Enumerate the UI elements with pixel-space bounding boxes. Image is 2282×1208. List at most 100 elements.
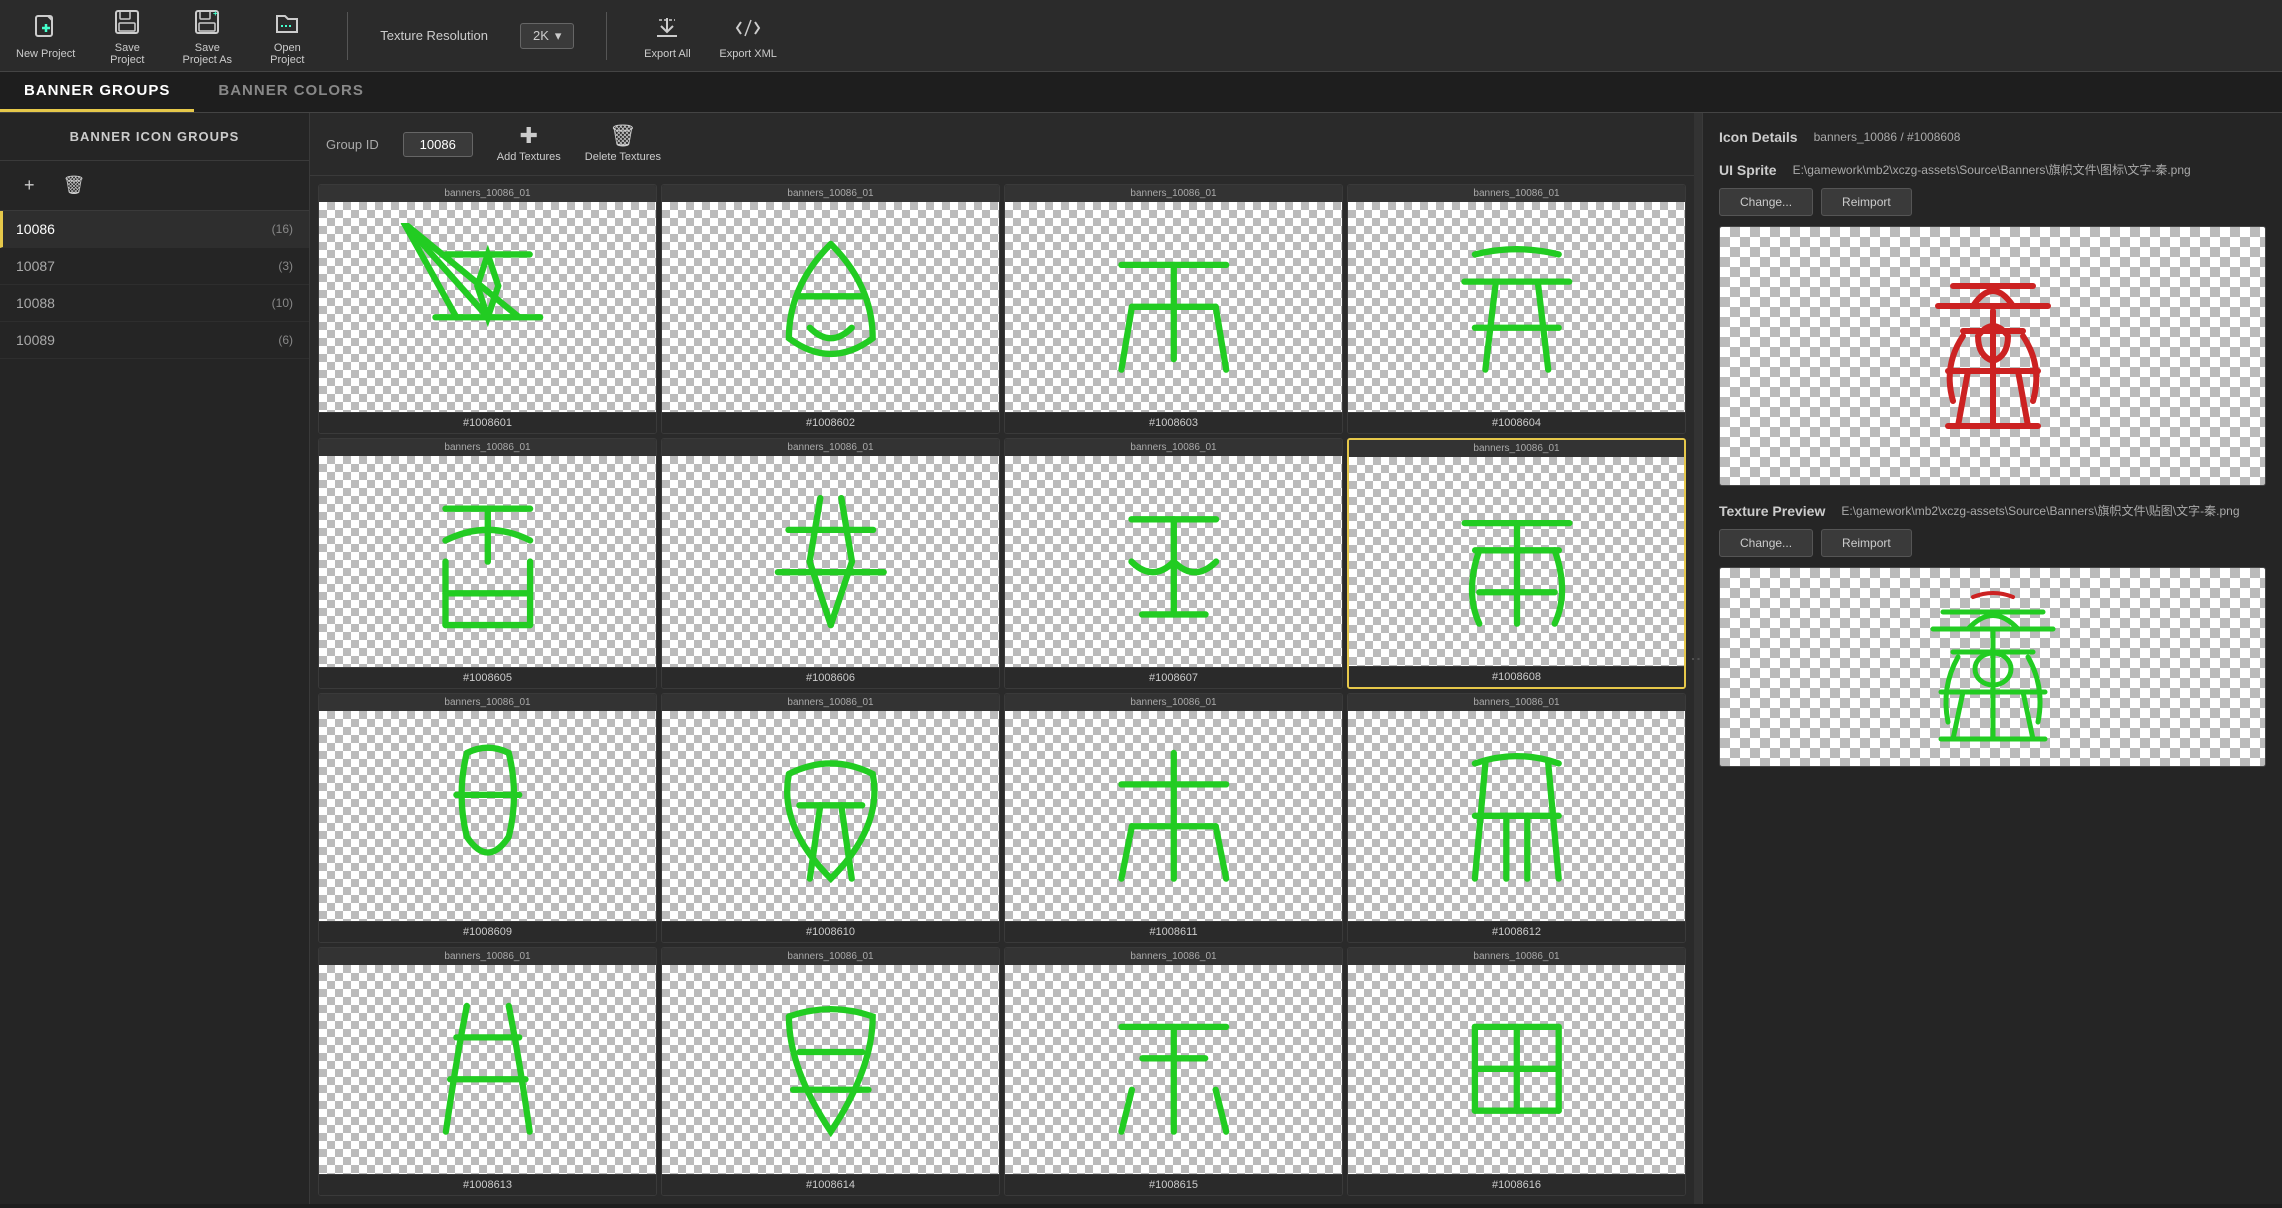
sidebar-item-id: 10087	[16, 258, 55, 274]
icon-details-title: Icon Details	[1719, 129, 1798, 145]
icon-tile-source: banners_10086_01	[1348, 185, 1685, 202]
icon-tile-#1008604[interactable]: banners_10086_01 #1008604	[1347, 184, 1686, 434]
icon-tile-id: #1008601	[319, 412, 656, 433]
tab-banner-colors[interactable]: BANNER COLORS	[194, 72, 388, 112]
group-list: 10086 (16) 10087 (3) 10088 (10) 10089 (6…	[0, 211, 309, 1204]
texture-reimport-button[interactable]: Reimport	[1821, 529, 1912, 557]
icon-grid: banners_10086_01 #1008601 banners_10086_…	[310, 176, 1694, 1204]
icon-tile-#1008614[interactable]: banners_10086_01 #1008614	[661, 947, 1000, 1197]
open-project-button[interactable]: Open Project	[259, 6, 315, 66]
open-project-icon	[271, 6, 303, 38]
save-project-icon	[111, 6, 143, 38]
svg-text:+: +	[213, 9, 218, 18]
sidebar-item-id: 10089	[16, 332, 55, 348]
ui-sprite-path: E:\gamework\mb2\xczg-assets\Source\Banne…	[1793, 161, 2191, 178]
ui-sprite-title: UI Sprite	[1719, 162, 1777, 178]
icon-tile-id: #1008607	[1005, 667, 1342, 688]
icon-tile-source: banners_10086_01	[662, 948, 999, 965]
icon-tile-#1008616[interactable]: banners_10086_01 #1008616	[1347, 947, 1686, 1197]
delete-textures-button[interactable]: 🗑 Delete Textures	[585, 125, 661, 163]
icon-tile-source: banners_10086_01	[662, 439, 999, 456]
tab-bar: BANNER GROUPS BANNER COLORS	[0, 72, 2282, 113]
icon-tile-#1008615[interactable]: banners_10086_01 #1008615	[1004, 947, 1343, 1197]
icon-tile-preview	[1348, 965, 1685, 1175]
sidebar-item-count: (6)	[278, 333, 293, 347]
icon-details-path: banners_10086 / #1008608	[1814, 130, 1961, 144]
texture-preview-path: E:\gamework\mb2\xczg-assets\Source\Banne…	[1841, 502, 2239, 519]
sidebar-actions: + 🗑	[0, 161, 309, 211]
icon-tile-preview	[1005, 965, 1342, 1175]
sidebar-item-10088[interactable]: 10088 (10)	[0, 285, 309, 322]
icon-tile-#1008601[interactable]: banners_10086_01 #1008601	[318, 184, 657, 434]
texture-preview-image	[1719, 567, 2266, 767]
ui-sprite-section: UI Sprite E:\gamework\mb2\xczg-assets\So…	[1719, 161, 2266, 486]
icon-tile-id: #1008608	[1349, 666, 1684, 687]
ui-sprite-preview	[1719, 226, 2266, 486]
icon-tile-id: #1008615	[1005, 1174, 1342, 1195]
panel-divider[interactable]: ⋮	[1694, 113, 1702, 1204]
delete-group-button[interactable]: 🗑	[55, 171, 94, 200]
icon-tile-source: banners_10086_01	[1005, 439, 1342, 456]
add-group-button[interactable]: +	[16, 171, 43, 200]
separator-1	[347, 12, 348, 60]
ui-sprite-change-button[interactable]: Change...	[1719, 188, 1813, 216]
save-project-button[interactable]: Save Project	[99, 6, 155, 66]
group-toolbar: Group ID 10086 ✚ Add Textures 🗑 Delete T…	[310, 113, 1694, 176]
add-textures-button[interactable]: ✚ Add Textures	[497, 125, 561, 163]
icon-tile-preview	[319, 202, 656, 412]
icon-tile-#1008602[interactable]: banners_10086_01 #1008602	[661, 184, 1000, 434]
icon-tile-source: banners_10086_01	[1005, 185, 1342, 202]
icon-tile-preview	[1005, 456, 1342, 668]
new-project-button[interactable]: New Project	[16, 12, 75, 60]
tab-banner-groups[interactable]: BANNER GROUPS	[0, 72, 194, 112]
icon-tile-#1008611[interactable]: banners_10086_01 #1008611	[1004, 693, 1343, 943]
texture-preview-section: Texture Preview E:\gamework\mb2\xczg-ass…	[1719, 502, 2266, 767]
icon-tile-#1008613[interactable]: banners_10086_01 #1008613	[318, 947, 657, 1197]
texture-change-button[interactable]: Change...	[1719, 529, 1813, 557]
icon-details-header: Icon Details banners_10086 / #1008608	[1719, 129, 2266, 145]
main-toolbar: New Project Save Project + S	[0, 0, 2282, 72]
texture-resolution-label: Texture Resolution	[380, 28, 488, 43]
icon-tile-preview	[662, 456, 999, 668]
export-xml-button[interactable]: Export XML	[719, 12, 776, 60]
icon-tile-preview	[662, 965, 999, 1175]
icon-tile-preview	[1348, 711, 1685, 921]
icon-tile-#1008603[interactable]: banners_10086_01 #1008603	[1004, 184, 1343, 434]
icon-tile-preview	[662, 711, 999, 921]
ui-sprite-actions: Change... Reimport	[1719, 188, 2266, 216]
save-as-button[interactable]: + Save Project As	[179, 6, 235, 66]
icon-tile-#1008609[interactable]: banners_10086_01 #1008609	[318, 693, 657, 943]
icon-tile-#1008607[interactable]: banners_10086_01 #1008607	[1004, 438, 1343, 690]
export-xml-icon	[732, 12, 764, 44]
icon-tile-#1008608[interactable]: banners_10086_01 #1008608	[1347, 438, 1686, 690]
resolution-dropdown[interactable]: 2K ▾	[520, 23, 574, 49]
icon-tile-preview	[319, 965, 656, 1175]
icon-tile-id: #1008602	[662, 412, 999, 433]
sidebar-item-10086[interactable]: 10086 (16)	[0, 211, 309, 248]
icon-tile-#1008606[interactable]: banners_10086_01 #1008606	[661, 438, 1000, 690]
icon-tile-id: #1008609	[319, 921, 656, 942]
icon-tile-#1008610[interactable]: banners_10086_01 #1008610	[661, 693, 1000, 943]
sidebar-item-10087[interactable]: 10087 (3)	[0, 248, 309, 285]
icon-tile-source: banners_10086_01	[662, 694, 999, 711]
icon-tile-id: #1008606	[662, 667, 999, 688]
ui-sprite-reimport-button[interactable]: Reimport	[1821, 188, 1912, 216]
icon-tile-id: #1008605	[319, 667, 656, 688]
icon-tile-source: banners_10086_01	[662, 185, 999, 202]
sidebar-title: BANNER ICON GROUPS	[0, 113, 309, 161]
icon-tile-id: #1008603	[1005, 412, 1342, 433]
icon-tile-#1008612[interactable]: banners_10086_01 #1008612	[1347, 693, 1686, 943]
icon-tile-id: #1008616	[1348, 1174, 1685, 1195]
icon-tile-id: #1008612	[1348, 921, 1685, 942]
right-panel: Icon Details banners_10086 / #1008608 UI…	[1702, 113, 2282, 1204]
icon-tile-id: #1008611	[1005, 921, 1342, 942]
icon-tile-#1008605[interactable]: banners_10086_01 #1008605	[318, 438, 657, 690]
sidebar-item-10089[interactable]: 10089 (6)	[0, 322, 309, 359]
texture-preview-actions: Change... Reimport	[1719, 529, 2266, 557]
icon-tile-preview	[1005, 202, 1342, 412]
group-id-value[interactable]: 10086	[403, 132, 473, 157]
export-all-button[interactable]: Export All	[639, 12, 695, 60]
export-all-icon	[651, 12, 683, 44]
save-as-icon: +	[191, 6, 223, 38]
sidebar-item-id: 10088	[16, 295, 55, 311]
